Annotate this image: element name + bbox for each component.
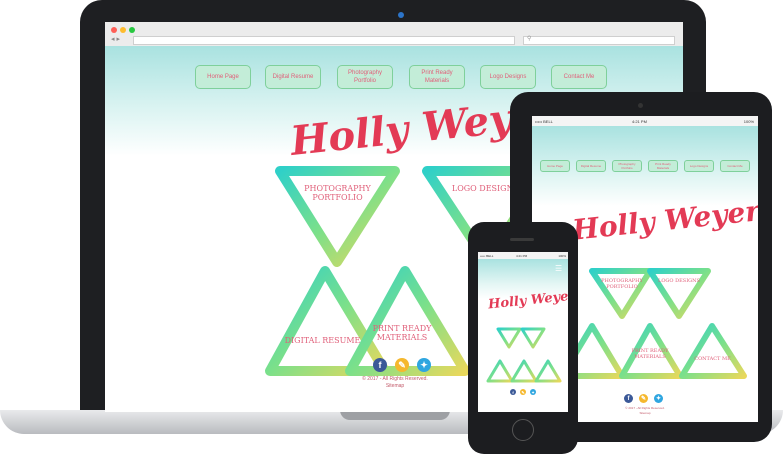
laptop-camera (398, 12, 404, 18)
tablet-carrier: ••••• BELL (535, 119, 553, 124)
phone-triangle-print[interactable] (510, 359, 538, 383)
tablet-battery: 100% (743, 119, 754, 124)
phone-screen: ••••• BELL 4:21 PM 100% ☰ Holly Weyer f … (478, 252, 568, 412)
tablet-label-print: Print Ready Materials (631, 348, 669, 360)
phone-triangle-photography[interactable] (496, 327, 522, 349)
close-window-button[interactable] (111, 27, 117, 33)
tablet-label-contact: Contact Me (694, 356, 731, 362)
phone-twitter-icon[interactable]: ✦ (530, 389, 536, 395)
triangle-print-ready[interactable] (345, 266, 470, 376)
copyright-text: © 2017 - All Rights Reserved. (362, 376, 428, 382)
phone-speaker (510, 238, 534, 241)
tablet-camera (638, 103, 643, 108)
triangle-label-photography: Photography Portfolio (304, 184, 371, 202)
tablet-status-bar: ••••• BELL 4:21 PM 100% (532, 116, 758, 126)
triangle-digital-resume[interactable] (265, 266, 390, 376)
back-forward-icon[interactable]: ◂ ▸ (111, 35, 120, 43)
address-bar[interactable] (133, 36, 515, 45)
phone-triangle-digital[interactable] (486, 359, 514, 383)
tablet-sitemap-link[interactable]: Sitemap (602, 411, 688, 415)
twitter-icon[interactable]: ✦ (417, 358, 431, 372)
phone-battery: 100% (558, 254, 566, 258)
tablet-label-logo: Logo Designs (658, 278, 700, 284)
phone-site-page: ☰ Holly Weyer f ✎ ✦ (478, 259, 568, 412)
maximize-window-button[interactable] (129, 27, 135, 33)
sitemap-link[interactable]: Sitemap (335, 383, 455, 389)
tablet-triangle-contact[interactable] (679, 323, 747, 379)
phone-facebook-icon[interactable]: f (510, 389, 516, 395)
minimize-window-button[interactable] (120, 27, 126, 33)
phone-time: 4:21 PM (516, 254, 528, 258)
tablet-facebook-icon[interactable]: f (624, 394, 633, 403)
search-icon: ⚲ (527, 36, 532, 42)
tablet-twitter-icon[interactable]: ✦ (654, 394, 663, 403)
triangle-label-digital: Digital Resume (284, 336, 361, 345)
tablet-label-photography: Photography Portfolio (601, 278, 643, 290)
phone-triangle-logo[interactable] (520, 327, 546, 349)
phone-home-button[interactable] (512, 419, 534, 441)
openoffice-icon[interactable]: ✎ (395, 358, 409, 372)
phone-openoffice-icon[interactable]: ✎ (520, 389, 526, 395)
search-bar[interactable]: ⚲ (523, 36, 675, 45)
browser-chrome: ◂ ▸ ⚲ (105, 22, 683, 47)
facebook-icon[interactable]: f (373, 358, 387, 372)
tablet-time: 4:21 PM (632, 119, 647, 124)
phone-carrier: ••••• BELL (480, 254, 494, 258)
tablet-copyright: © 2017 - All Rights Reserved. (625, 406, 665, 410)
triangle-label-print: Print Ready Materials (372, 324, 432, 342)
phone-status-bar: ••••• BELL 4:21 PM 100% (478, 252, 568, 259)
tablet-openoffice-icon[interactable]: ✎ (639, 394, 648, 403)
phone-triangle-contact[interactable] (534, 359, 562, 383)
